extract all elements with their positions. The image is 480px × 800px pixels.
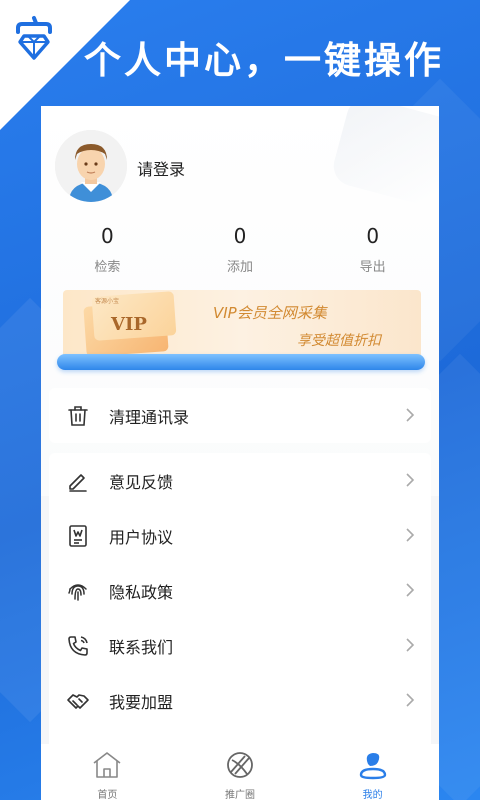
circle-icon (223, 750, 257, 784)
chevron-right-icon (405, 637, 415, 653)
stat-value: 0 (233, 224, 247, 248)
menu-item-contact-us[interactable]: 联系我们 (49, 618, 431, 673)
page-headline: 个人中心，一键操作 (84, 39, 444, 82)
vip-card-label: VIP (111, 314, 147, 335)
menu-item-join[interactable]: 我要加盟 (49, 673, 431, 728)
handshake-icon (65, 688, 91, 714)
stat-search[interactable]: 0 检索 (41, 224, 174, 275)
menu-item-label: 隐私政策 (109, 582, 174, 602)
menu-item-label: 意见反馈 (109, 472, 174, 492)
edit-icon (65, 468, 91, 494)
chevron-right-icon (405, 527, 415, 543)
vip-subtitle: 享受超值折扣 (297, 333, 381, 349)
avatar[interactable] (55, 130, 127, 202)
vip-banner-bar (57, 354, 425, 370)
chevron-right-icon (405, 692, 415, 708)
stat-label: 导出 (359, 260, 386, 275)
app-logo-icon (10, 14, 58, 68)
profile-panel: 请登录 0 检索 0 添加 0 导出 客源小宝 VIP VIP会员全网采集 享受… (41, 106, 439, 800)
chevron-right-icon (405, 472, 415, 488)
home-icon (90, 750, 124, 784)
tab-label: 我的 (362, 790, 383, 800)
stat-add[interactable]: 0 添加 (174, 224, 307, 275)
tab-label: 首页 (97, 790, 118, 800)
menu-card-clean: 清理通讯录 (49, 388, 431, 443)
login-prompt[interactable]: 请登录 (137, 156, 185, 180)
menu-item-label: 清理通讯录 (109, 407, 190, 427)
tab-promotion[interactable]: 推广圈 (174, 744, 307, 800)
stat-export[interactable]: 0 导出 (306, 224, 439, 275)
menu-item-privacy-policy[interactable]: 隐私政策 (49, 563, 431, 618)
vip-title: VIP会员全网采集 (213, 304, 327, 322)
stat-value: 0 (100, 224, 114, 248)
stats-row: 0 检索 0 添加 0 导出 (41, 224, 439, 275)
chevron-right-icon (405, 582, 415, 598)
menu-item-label: 用户协议 (109, 527, 174, 547)
tab-label: 推广圈 (225, 790, 255, 800)
menu-item-feedback[interactable]: 意见反馈 (49, 453, 431, 508)
phone-icon (65, 633, 91, 659)
vip-card-brand: 客源小宝 (95, 298, 120, 305)
menu-item-label: 我要加盟 (109, 692, 174, 712)
stat-label: 检索 (94, 260, 121, 275)
bottom-tab-bar: 首页 推广圈 我的 (41, 744, 439, 800)
menu-item-label: 联系我们 (109, 637, 174, 657)
fingerprint-icon (65, 578, 91, 604)
trash-icon (65, 403, 91, 429)
tab-home[interactable]: 首页 (41, 744, 174, 800)
profile-icon (356, 750, 390, 784)
tab-mine[interactable]: 我的 (306, 744, 439, 800)
vip-banner[interactable]: 客源小宝 VIP VIP会员全网采集 享受超值折扣 (63, 290, 421, 360)
chevron-right-icon (405, 407, 415, 423)
document-icon (65, 523, 91, 549)
menu-item-user-agreement[interactable]: 用户协议 (49, 508, 431, 563)
menu-item-clean-contacts[interactable]: 清理通讯录 (49, 388, 431, 443)
stat-value: 0 (366, 224, 380, 248)
stat-label: 添加 (227, 260, 254, 275)
